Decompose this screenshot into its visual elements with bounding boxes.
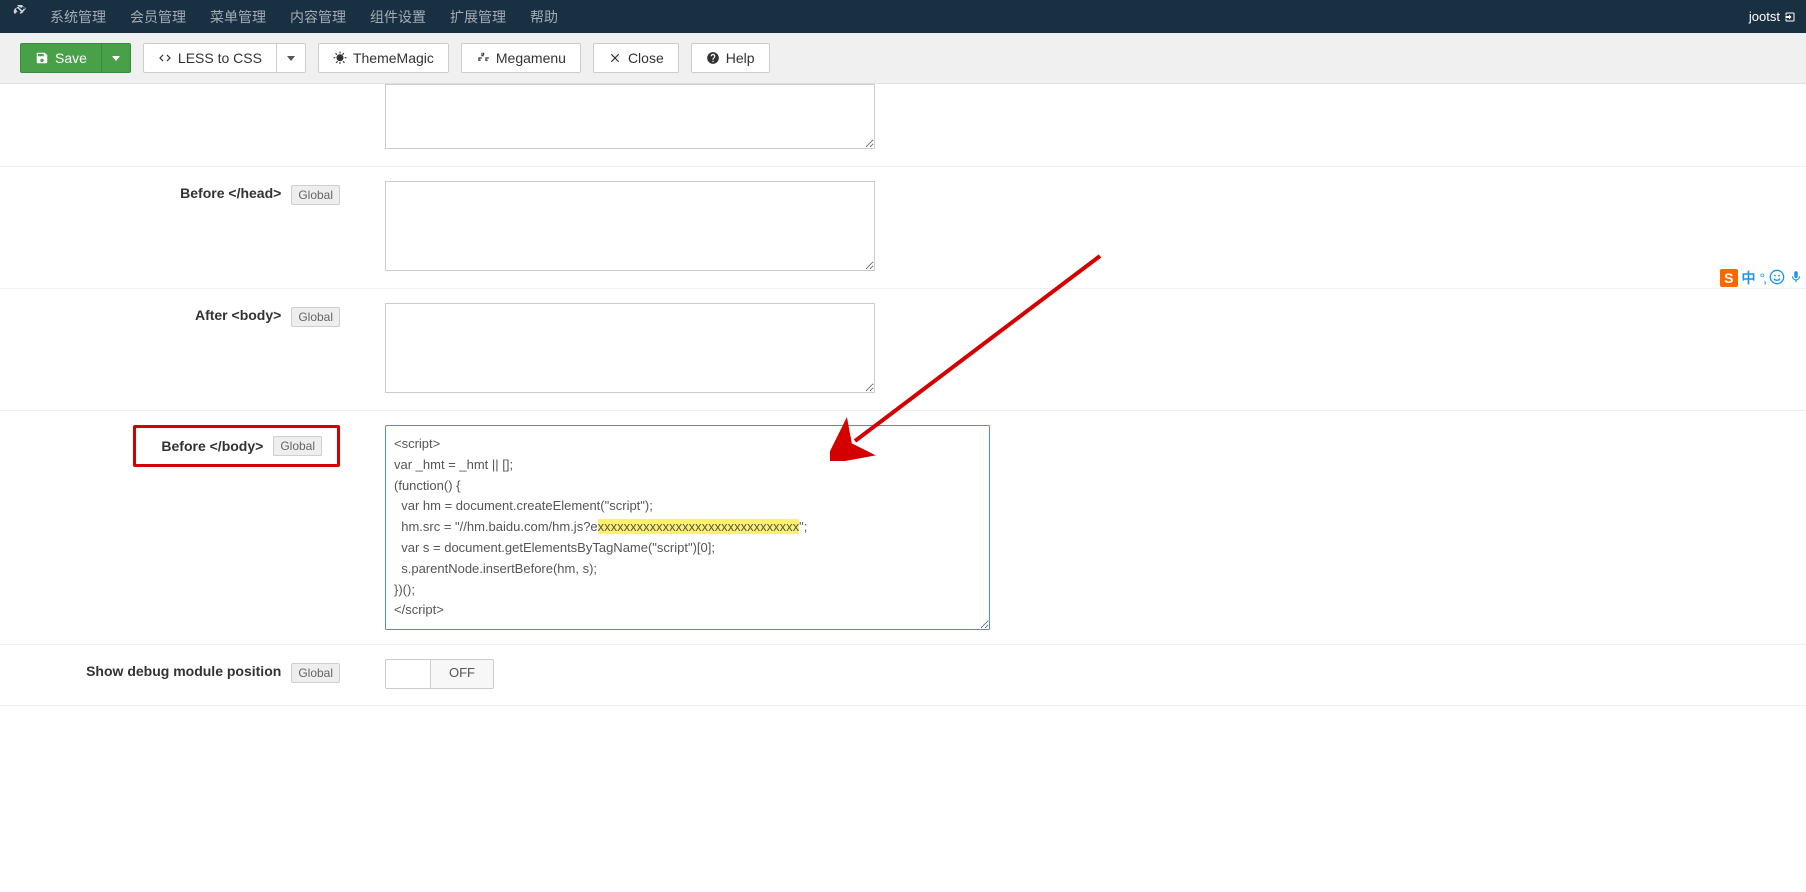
code-icon	[158, 51, 172, 65]
save-button[interactable]: Save	[20, 43, 102, 73]
textarea-before-body[interactable]: <script>var _hmt = _hmt || [];(function(…	[385, 425, 990, 630]
toggle-debug[interactable]: OFF	[385, 659, 494, 689]
toggle-off[interactable]: OFF	[430, 660, 493, 688]
mic-icon	[1789, 270, 1803, 287]
top-menu: 系统管理 会员管理 菜单管理 内容管理 组件设置 扩展管理 帮助	[38, 7, 570, 27]
label-after-body: After <body>	[195, 307, 281, 323]
toolbar: Save LESS to CSS ThemeMagic Megamenu Clo…	[0, 33, 1806, 84]
help-label: Help	[726, 50, 755, 66]
textarea-before-head[interactable]	[385, 181, 875, 271]
highlight-before-body: Before </body> Global	[133, 425, 340, 467]
less-label: LESS to CSS	[178, 50, 262, 66]
row-before-body: Before </body> Global <script>var _hmt =…	[0, 411, 1806, 645]
ime-punct: °,	[1760, 270, 1766, 286]
ime-panel: S 中 °,	[1720, 268, 1803, 288]
row-before-head-prev	[0, 84, 1806, 167]
badge-global: Global	[291, 663, 340, 683]
smile-icon	[1769, 269, 1785, 288]
row-before-head: Before </head> Global	[0, 167, 1806, 289]
topbar-left: 系统管理 会员管理 菜单管理 内容管理 组件设置 扩展管理 帮助	[10, 5, 570, 28]
save-dropdown[interactable]	[102, 43, 131, 73]
menu-content[interactable]: 内容管理	[278, 7, 358, 27]
close-icon	[608, 51, 622, 65]
textarea-after-body[interactable]	[385, 303, 875, 393]
menu-sys[interactable]: 系统管理	[38, 7, 118, 27]
ime-lang: 中	[1742, 268, 1756, 288]
badge-global: Global	[291, 307, 340, 327]
ime-s-icon: S	[1720, 269, 1737, 287]
close-button[interactable]: Close	[593, 43, 679, 73]
help-button[interactable]: Help	[691, 43, 770, 73]
badge-global: Global	[273, 436, 322, 456]
badge-global: Global	[291, 185, 340, 205]
megamenu-label: Megamenu	[496, 50, 566, 66]
menu-help[interactable]: 帮助	[518, 7, 570, 27]
sitemap-icon	[476, 51, 490, 65]
caret-down-icon	[287, 56, 295, 61]
form-area: Before </head> Global After <body> Globa…	[0, 84, 1806, 706]
row-after-body: After <body> Global	[0, 289, 1806, 411]
menu-ext[interactable]: 扩展管理	[438, 7, 518, 27]
toggle-on[interactable]	[386, 660, 430, 688]
logout-icon	[1784, 11, 1796, 23]
save-group: Save	[20, 43, 131, 73]
menu-components[interactable]: 组件设置	[358, 7, 438, 27]
less-to-css-button[interactable]: LESS to CSS	[143, 43, 277, 73]
save-icon	[35, 51, 49, 65]
less-group: LESS to CSS	[143, 43, 306, 73]
close-label: Close	[628, 50, 664, 66]
save-label: Save	[55, 50, 87, 66]
thememagic-label: ThemeMagic	[353, 50, 434, 66]
top-user-label: jootst	[1749, 9, 1780, 24]
caret-down-icon	[112, 56, 120, 61]
wand-icon	[333, 51, 347, 65]
row-debug: Show debug module position Global OFF	[0, 645, 1806, 706]
menu-menus[interactable]: 菜单管理	[198, 7, 278, 27]
less-dropdown[interactable]	[277, 43, 306, 73]
joomla-logo-icon[interactable]	[10, 5, 28, 28]
label-before-body: Before </body>	[161, 438, 263, 454]
megamenu-button[interactable]: Megamenu	[461, 43, 581, 73]
label-debug: Show debug module position	[86, 663, 281, 679]
top-user[interactable]: jootst	[1749, 9, 1796, 24]
label-before-head: Before </head>	[180, 185, 281, 201]
thememagic-button[interactable]: ThemeMagic	[318, 43, 449, 73]
help-icon	[706, 51, 720, 65]
textarea-prev[interactable]	[385, 84, 875, 149]
topbar: 系统管理 会员管理 菜单管理 内容管理 组件设置 扩展管理 帮助 jootst	[0, 0, 1806, 33]
label-prev	[0, 84, 360, 152]
menu-users[interactable]: 会员管理	[118, 7, 198, 27]
